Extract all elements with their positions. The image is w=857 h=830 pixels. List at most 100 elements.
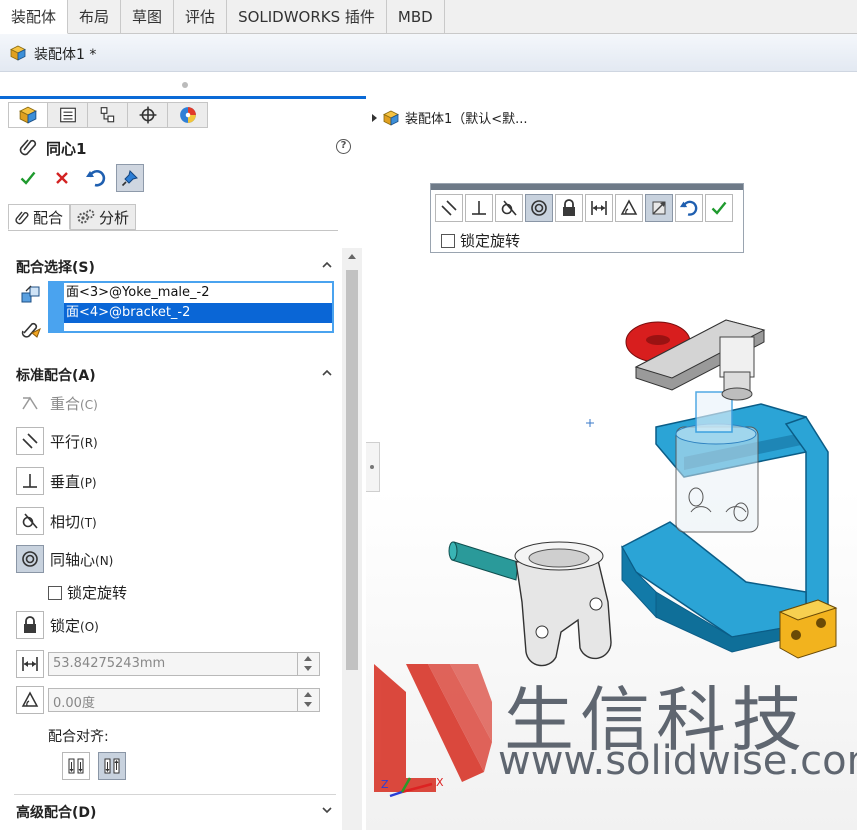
perpendicular-text: 垂直	[50, 472, 81, 491]
anti-aligned-icon	[104, 758, 120, 774]
tangent-accel: (T)	[80, 515, 97, 530]
concentric-button[interactable]	[16, 545, 44, 573]
tab-layout[interactable]: 布局	[68, 0, 122, 34]
lock-mate[interactable]: 锁定(O)	[16, 610, 99, 640]
tab-sketch[interactable]: 草图	[121, 0, 175, 34]
parallel-button[interactable]	[16, 427, 44, 455]
tab-mates[interactable]: 配合	[8, 204, 71, 230]
ok-button[interactable]	[14, 164, 42, 192]
parallel-mate[interactable]: 平行(R)	[16, 426, 98, 456]
angle-icon	[21, 691, 39, 707]
help-icon[interactable]: ?	[336, 139, 351, 154]
subtab-divider	[8, 230, 338, 231]
yoke-female-part[interactable]	[514, 541, 612, 667]
lock-accel: (O)	[80, 619, 99, 634]
knob-part[interactable]	[625, 319, 766, 401]
concentric-icon	[22, 551, 38, 567]
angle-button[interactable]	[16, 686, 44, 714]
lock-rotation-checkbox[interactable]	[48, 585, 62, 600]
concentric-mate[interactable]: 同轴心(N)	[16, 544, 113, 574]
tangent-button[interactable]	[16, 507, 44, 535]
lock-label: 锁定(O)	[50, 615, 99, 636]
panel-grip[interactable]	[182, 82, 188, 88]
parallel-label: 平行(R)	[50, 431, 98, 452]
angle-spinner[interactable]	[297, 689, 319, 711]
collapse-chevron-up-icon[interactable]	[322, 368, 332, 378]
section-divider	[14, 794, 336, 795]
configuration-icon	[100, 107, 114, 123]
tab-analysis[interactable]: 分析	[70, 204, 137, 230]
scroll-up-arrow[interactable]	[348, 254, 356, 259]
aligned-icon	[68, 758, 84, 774]
gears-icon	[77, 209, 95, 224]
mate-paperclip-icon	[19, 139, 37, 156]
tab-evaluate[interactable]: 评估	[174, 0, 228, 34]
origin-crosshair	[586, 419, 594, 427]
coincident-text: 重合	[50, 394, 81, 413]
crosshair-icon	[139, 106, 156, 124]
distance-field[interactable]: 53.84275243mm	[48, 652, 320, 676]
scroll-thumb[interactable]	[346, 270, 358, 670]
parallel-text: 平行	[50, 432, 81, 451]
lock-text: 锁定	[50, 616, 81, 635]
multi-mate-icon[interactable]	[17, 316, 45, 344]
panel-scrollbar[interactable]	[342, 248, 362, 830]
undo-icon	[86, 170, 106, 187]
property-manager-tab[interactable]	[48, 102, 88, 128]
expand-chevron-down-icon[interactable]	[322, 805, 332, 815]
distance-spinner[interactable]	[297, 653, 319, 675]
cancel-button[interactable]	[48, 164, 76, 192]
mate-title: 同心1	[46, 140, 87, 158]
feature-manager-tab[interactable]	[8, 102, 48, 128]
perpendicular-mate[interactable]: 垂直(P)	[16, 466, 97, 496]
mate-alignment-label: 配合对齐:	[48, 729, 109, 745]
appearance-icon	[179, 107, 196, 123]
lock-rotation-option[interactable]: 锁定旋转	[48, 582, 127, 603]
pm-actions	[14, 164, 144, 192]
lock-button[interactable]	[16, 611, 44, 639]
mate-selection-list[interactable]: 面<3>@Yoke_male_-2 面<4>@bracket_-2	[48, 281, 334, 333]
paperclip-icon	[15, 211, 29, 225]
collapse-chevron-up-icon[interactable]	[322, 260, 332, 270]
mate-subtabs: 配合 分析	[8, 204, 137, 230]
entities-to-mate-icon	[17, 281, 45, 309]
coincident-accel: (C)	[80, 397, 98, 412]
anti-aligned-button[interactable]	[98, 752, 126, 780]
tab-mbd[interactable]: MBD	[387, 0, 445, 34]
document-title: 装配体1 *	[34, 47, 97, 63]
configuration-manager-tab[interactable]	[88, 102, 128, 128]
watermark-url: www.solidwise.com	[498, 738, 857, 784]
perpendicular-label: 垂直(P)	[50, 471, 97, 492]
list-item[interactable]: 面<4>@bracket_-2	[50, 303, 332, 323]
angle-value: 0.00度	[53, 696, 95, 711]
mate-entities-icon	[21, 285, 40, 303]
distance-value: 53.84275243mm	[53, 656, 166, 671]
perpendicular-accel: (P)	[80, 475, 97, 490]
display-manager-tab[interactable]	[168, 102, 208, 128]
aligned-button[interactable]	[62, 752, 90, 780]
concentric-text: 同轴心	[50, 550, 96, 569]
parallel-icon	[22, 433, 38, 449]
distance-button[interactable]	[16, 650, 44, 678]
triad-x-label: X	[436, 776, 444, 789]
close-icon	[56, 172, 68, 184]
property-list-icon	[59, 107, 76, 123]
tangent-mate[interactable]: 相切(T)	[16, 506, 97, 536]
list-item[interactable]: 面<3>@Yoke_male_-2	[50, 283, 332, 303]
angle-field[interactable]: 0.00度	[48, 688, 320, 712]
keep-visible-pin-button[interactable]	[116, 164, 144, 192]
advanced-mates-heading[interactable]: 高级配合(D)	[16, 802, 96, 822]
panel-accent-bar	[0, 96, 366, 99]
coincident-mate[interactable]: 重合(C)	[16, 388, 98, 418]
checkmark-icon	[20, 171, 36, 185]
tangent-icon	[22, 513, 38, 529]
tab-mates-label: 配合	[33, 208, 64, 227]
tab-addins[interactable]: SOLIDWORKS 插件	[227, 0, 387, 34]
undo-button[interactable]	[82, 164, 110, 192]
perpendicular-button[interactable]	[16, 467, 44, 495]
tangent-text: 相切	[50, 512, 81, 531]
command-manager-tabs: 装配体 布局 草图 评估 SOLIDWORKS 插件 MBD	[0, 0, 857, 34]
dimxpert-tab[interactable]	[128, 102, 168, 128]
tab-assembly[interactable]: 装配体	[0, 0, 69, 34]
pin-part[interactable]	[448, 541, 519, 581]
